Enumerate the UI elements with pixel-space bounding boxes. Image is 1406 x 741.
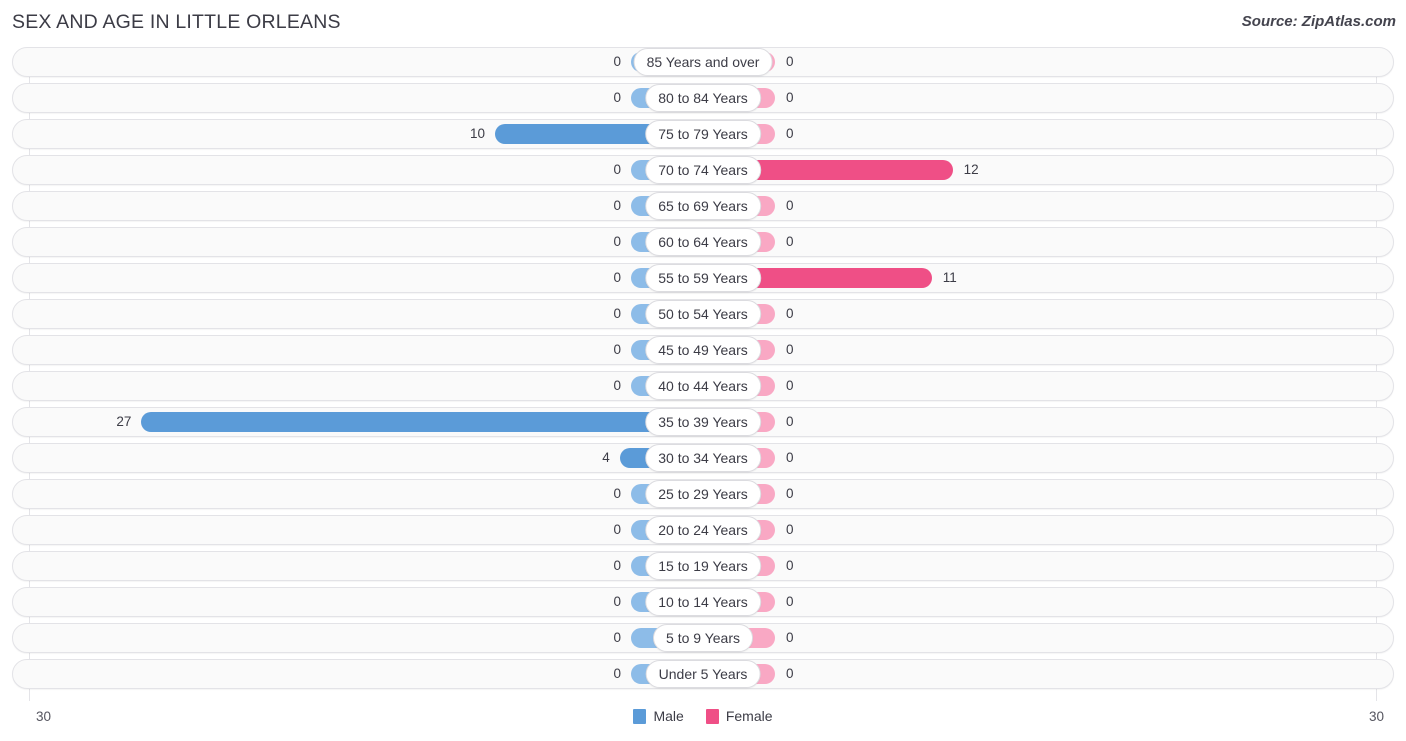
chart-header: SEX AND AGE IN LITTLE ORLEANS Source: Zi… [0,0,1406,47]
value-label-female: 0 [786,522,794,537]
pyramid-row: 0 0 20 to 24 Years [0,515,1406,545]
age-group-label: Under 5 Years [645,660,761,688]
legend-label-female: Female [725,708,773,724]
pyramid-row: 0 0 45 to 49 Years [0,335,1406,365]
pyramid-row: 0 0 85 Years and over [0,47,1406,77]
legend-swatch-male-icon [633,708,647,724]
pyramid-row: 4 0 30 to 34 Years [0,443,1406,473]
pyramid-row: 10 0 75 to 79 Years [0,119,1406,149]
value-label-female: 0 [786,342,794,357]
bar-male[interactable] [141,412,703,432]
legend-swatch-female-icon [705,708,719,724]
age-group-label: 65 to 69 Years [645,192,761,220]
pyramid-row: 0 0 15 to 19 Years [0,551,1406,581]
age-group-label: 35 to 39 Years [645,408,761,436]
value-label-female: 0 [786,558,794,573]
value-label-male: 0 [613,342,621,357]
age-group-label: 70 to 74 Years [645,156,761,184]
value-label-male: 0 [613,198,621,213]
value-label-male: 27 [116,414,132,429]
pyramid-row: 0 0 50 to 54 Years [0,299,1406,329]
value-label-male: 0 [613,54,621,69]
age-group-label: 50 to 54 Years [645,300,761,328]
value-label-female: 0 [786,90,794,105]
value-label-female: 0 [786,630,794,645]
age-group-label: 60 to 64 Years [645,228,761,256]
pyramid-row: 0 0 40 to 44 Years [0,371,1406,401]
age-group-label: 5 to 9 Years [653,624,753,652]
value-label-male: 0 [613,666,621,681]
pyramid-row: 27 0 35 to 39 Years [0,407,1406,437]
pyramid-rows: 0 0 85 Years and over 0 0 80 to 84 Years 10 0 75… [0,47,1406,695]
pyramid-row: 0 0 80 to 84 Years [0,83,1406,113]
age-group-label: 40 to 44 Years [645,372,761,400]
value-label-female: 0 [786,594,794,609]
age-group-label: 20 to 24 Years [645,516,761,544]
age-group-label: 80 to 84 Years [645,84,761,112]
value-label-female: 0 [786,126,794,141]
value-label-male: 0 [613,522,621,537]
value-label-male: 0 [613,90,621,105]
value-label-female: 0 [786,450,794,465]
value-label-female: 0 [786,306,794,321]
age-group-label: 85 Years and over [633,48,773,76]
value-label-female: 0 [786,234,794,249]
pyramid-row: 0 0 Under 5 Years [0,659,1406,689]
value-label-male: 0 [613,270,621,285]
pyramid-row: 0 0 5 to 9 Years [0,623,1406,653]
value-label-male: 0 [613,162,621,177]
value-label-male: 0 [613,306,621,321]
age-group-label: 15 to 19 Years [645,552,761,580]
age-group-label: 45 to 49 Years [645,336,761,364]
value-label-male: 0 [613,486,621,501]
value-label-male: 0 [613,558,621,573]
value-label-female: 0 [786,666,794,681]
age-group-label: 10 to 14 Years [645,588,761,616]
chart-legend: Male Female [0,708,1406,724]
pyramid-row: 0 0 65 to 69 Years [0,191,1406,221]
age-group-label: 30 to 34 Years [645,444,761,472]
value-label-male: 0 [613,378,621,393]
age-group-label: 75 to 79 Years [645,120,761,148]
legend-item-male[interactable]: Male [633,708,684,724]
value-label-female: 0 [786,54,794,69]
pyramid-row: 0 0 10 to 14 Years [0,587,1406,617]
value-label-male: 4 [602,450,610,465]
chart-footer: 30 30 Male Female [0,701,1406,741]
legend-label-male: Male [653,708,684,724]
age-group-label: 55 to 59 Years [645,264,761,292]
pyramid-row: 0 12 70 to 74 Years [0,155,1406,185]
pyramid-row: 0 11 55 to 59 Years [0,263,1406,293]
value-label-female: 0 [786,414,794,429]
value-label-female: 11 [942,270,957,285]
chart-plot-area: 0 0 85 Years and over 0 0 80 to 84 Years 10 0 75… [0,47,1406,701]
value-label-female: 0 [786,198,794,213]
source-attribution: Source: ZipAtlas.com [1241,13,1396,30]
value-label-male: 0 [613,234,621,249]
pyramid-row: 0 0 25 to 29 Years [0,479,1406,509]
value-label-male: 10 [469,126,485,141]
legend-item-female[interactable]: Female [705,708,773,724]
value-label-male: 0 [613,630,621,645]
age-group-label: 25 to 29 Years [645,480,761,508]
value-label-female: 0 [786,486,794,501]
page-title: SEX AND AGE IN LITTLE ORLEANS [12,11,341,33]
value-label-male: 0 [613,594,621,609]
value-label-female: 12 [963,162,979,177]
value-label-female: 0 [786,378,794,393]
pyramid-row: 0 0 60 to 64 Years [0,227,1406,257]
